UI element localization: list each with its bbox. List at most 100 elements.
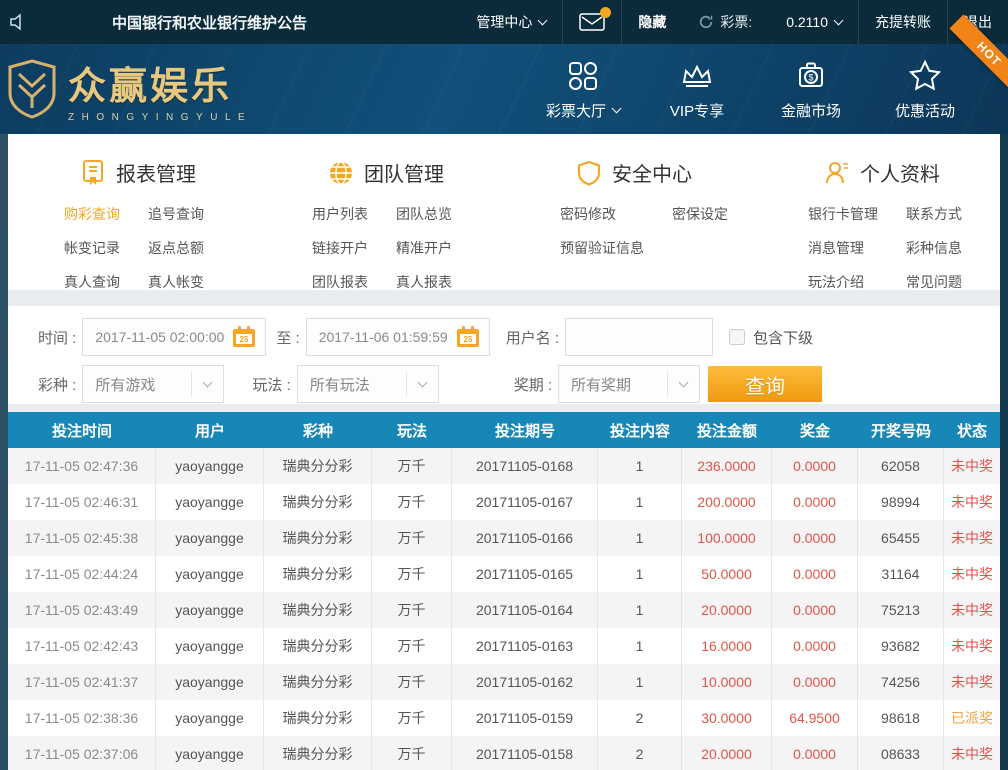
lottery-balance-refresh[interactable]: 彩票: 0.2110 — [682, 0, 858, 44]
menu-link-live-report[interactable]: 真人报表 — [396, 272, 452, 292]
bet-amount: 16.0000 — [682, 628, 772, 664]
col-user: 用户 — [156, 412, 264, 448]
bet-prize: 0.0000 — [772, 484, 858, 520]
bet-time: 17-11-05 02:45:38 — [8, 520, 156, 556]
top-bar: 中国银行和农业银行维护公告 管理中心 隐藏 彩票: — [0, 0, 1008, 44]
bet-period: 20171105-0162 — [452, 664, 598, 700]
globe-icon — [328, 160, 354, 186]
menu-link-bank-cards[interactable]: 银行卡管理 — [808, 204, 878, 224]
brand-subtitle: ZHONGYINGYULE — [68, 112, 252, 123]
user-icon — [824, 160, 850, 186]
play-value: 所有玩法 — [310, 374, 370, 395]
bet-amount: 30.0000 — [682, 700, 772, 736]
bet-status: 未中奖 — [944, 628, 1000, 664]
table-row: 17-11-05 02:42:43 yaoyangge 瑞典分分彩 万千 201… — [8, 628, 1000, 664]
menu-link-precise-register[interactable]: 精准开户 — [396, 238, 452, 258]
grid-icon — [526, 57, 640, 93]
menu-section-title: 安全中心 — [612, 158, 692, 187]
bet-time: 17-11-05 02:44:24 — [8, 556, 156, 592]
bet-amount: 20.0000 — [682, 736, 772, 770]
draw-number: 75213 — [858, 592, 944, 628]
bet-period: 20171105-0168 — [452, 448, 598, 484]
play-select[interactable]: 所有玩法 — [297, 365, 439, 403]
menu-link-lottery-info[interactable]: 彩种信息 — [906, 238, 962, 258]
bet-prize: 0.0000 — [772, 448, 858, 484]
nav-promotions[interactable]: 优惠活动 — [868, 57, 982, 121]
menu-link-live-changes[interactable]: 真人帐变 — [148, 272, 204, 292]
search-button[interactable]: 查询 — [708, 366, 822, 402]
messages-button[interactable] — [563, 0, 621, 44]
bet-play: 万千 — [372, 628, 452, 664]
menu-link-lottery-query[interactable]: 购彩查询 — [64, 204, 120, 224]
bet-status: 未中奖 — [944, 664, 1000, 700]
menu-link-user-list[interactable]: 用户列表 — [312, 204, 368, 224]
table-body: 17-11-05 02:47:36 yaoyangge 瑞典分分彩 万千 201… — [8, 448, 1000, 770]
username-input[interactable] — [565, 318, 713, 356]
notification-dot — [600, 7, 611, 18]
bet-user: yaoyangge — [156, 736, 264, 770]
period-select[interactable]: 所有奖期 — [558, 365, 700, 403]
draw-number: 98994 — [858, 484, 944, 520]
bet-lottery: 瑞典分分彩 — [264, 736, 372, 770]
calendar-icon[interactable]: 25 — [455, 325, 481, 349]
bet-content: 1 — [598, 484, 682, 520]
crown-icon — [640, 57, 754, 93]
bet-status: 未中奖 — [944, 448, 1000, 484]
main-nav: 彩票大厅 VIP专享 $ 金融市场 — [526, 57, 982, 121]
date-from-input[interactable]: 2017-11-05 02:00:00 25 — [82, 318, 266, 356]
period-label: 奖期 : — [514, 374, 552, 395]
recharge-transfer-button[interactable]: 充提转账 — [859, 0, 947, 44]
menu-link-play-intro[interactable]: 玩法介绍 — [808, 272, 878, 292]
bet-play: 万千 — [372, 448, 452, 484]
date-to-input[interactable]: 2017-11-06 01:59:59 25 — [306, 318, 490, 356]
menu-link-faq[interactable]: 常见问题 — [906, 272, 962, 292]
menu-link-team-report[interactable]: 团队报表 — [312, 272, 368, 292]
bet-time: 17-11-05 02:42:43 — [8, 628, 156, 664]
nav-finance[interactable]: $ 金融市场 — [754, 57, 868, 121]
brand-name: 众赢娱乐 — [68, 55, 252, 110]
lottery-type-select[interactable]: 所有游戏 — [82, 365, 224, 403]
bet-content: 2 — [598, 736, 682, 770]
bet-user: yaoyangge — [156, 628, 264, 664]
bet-lottery: 瑞典分分彩 — [264, 484, 372, 520]
nav-label: 彩票大厅 — [546, 100, 606, 121]
bet-lottery: 瑞典分分彩 — [264, 520, 372, 556]
menu-link-reserved-verification[interactable]: 预留验证信息 — [560, 238, 644, 258]
bet-user: yaoyangge — [156, 592, 264, 628]
include-subordinates-checkbox[interactable] — [729, 329, 745, 345]
menu-link-live-query[interactable]: 真人查询 — [64, 272, 120, 292]
nav-vip[interactable]: VIP专享 — [640, 57, 754, 121]
menu-link-team-overview[interactable]: 团队总览 — [396, 204, 452, 224]
col-draw-number: 开奖号码 — [858, 412, 944, 448]
bet-content: 1 — [598, 664, 682, 700]
nav-lottery-hall[interactable]: 彩票大厅 — [526, 57, 640, 121]
menu-link-account-changes[interactable]: 帐变记录 — [64, 238, 120, 258]
menu-link-chase-query[interactable]: 追号查询 — [148, 204, 204, 224]
draw-number: 65455 — [858, 520, 944, 556]
hide-button[interactable]: 隐藏 — [622, 0, 682, 44]
bet-user: yaoyangge — [156, 700, 264, 736]
bet-time: 17-11-05 02:41:37 — [8, 664, 156, 700]
bet-prize: 0.0000 — [772, 592, 858, 628]
menu-link-link-register[interactable]: 链接开户 — [312, 238, 368, 258]
table-row: 17-11-05 02:45:38 yaoyangge 瑞典分分彩 万千 201… — [8, 520, 1000, 556]
table-row: 17-11-05 02:41:37 yaoyangge 瑞典分分彩 万千 201… — [8, 664, 1000, 700]
date-to-value: 2017-11-06 01:59:59 — [319, 329, 448, 345]
bet-user: yaoyangge — [156, 448, 264, 484]
calendar-icon[interactable]: 25 — [231, 325, 257, 349]
menu-link-contact-info[interactable]: 联系方式 — [906, 204, 962, 224]
bet-status: 已派奖 — [944, 700, 1000, 736]
admin-center-dropdown[interactable]: 管理中心 — [460, 0, 562, 44]
bet-prize: 0.0000 — [772, 736, 858, 770]
brand-logo[interactable]: 众赢娱乐 ZHONGYINGYULE — [6, 55, 252, 123]
shield-icon — [576, 160, 602, 186]
menu-link-change-password[interactable]: 密码修改 — [560, 204, 644, 224]
menu-link-message-manage[interactable]: 消息管理 — [808, 238, 878, 258]
menu-link-rebate-total[interactable]: 返点总额 — [148, 238, 204, 258]
col-prize: 奖金 — [772, 412, 858, 448]
date-from-value: 2017-11-05 02:00:00 — [95, 329, 224, 345]
menu-link-security-setting[interactable]: 密保设定 — [672, 204, 728, 224]
table-row: 17-11-05 02:46:31 yaoyangge 瑞典分分彩 万千 201… — [8, 484, 1000, 520]
bet-content: 1 — [598, 592, 682, 628]
bet-user: yaoyangge — [156, 484, 264, 520]
